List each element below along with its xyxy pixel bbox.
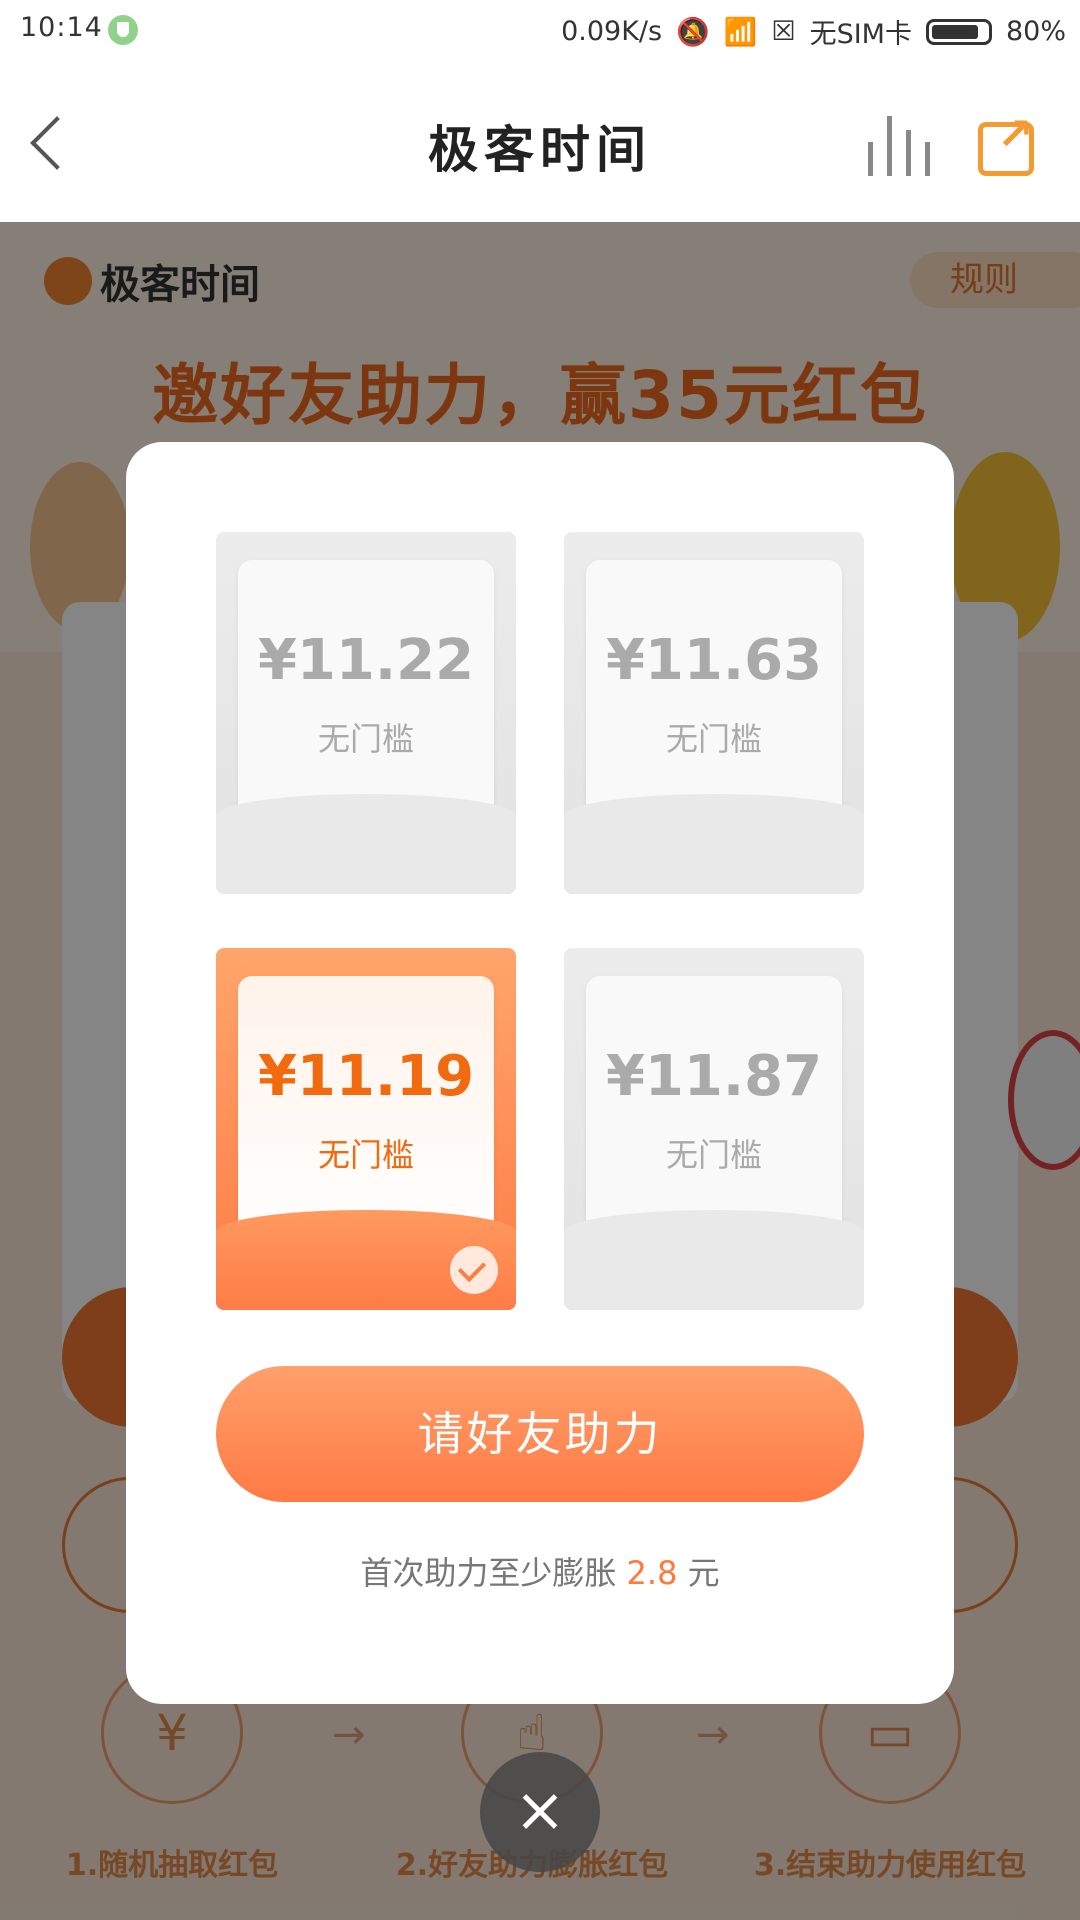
coupon-condition: 无门槛 xyxy=(317,720,414,758)
coupon-amount: ¥11.19 xyxy=(257,1044,475,1109)
stats-icon[interactable] xyxy=(868,116,938,176)
coupon-condition: 无门槛 xyxy=(665,720,762,758)
close-icon[interactable] xyxy=(480,1752,600,1872)
note-suffix: 元 xyxy=(687,1554,720,1592)
coupon-paper xyxy=(238,976,494,1246)
coupon-amount: ¥11.22 xyxy=(257,628,475,693)
coupon-condition: 无门槛 xyxy=(665,1136,762,1174)
share-icon[interactable] xyxy=(978,109,1034,176)
coupon-card-selected[interactable]: ¥11.19 无门槛 xyxy=(216,948,516,1310)
coupon-envelope xyxy=(564,794,864,894)
coupon-envelope xyxy=(564,1210,864,1310)
coupon-condition: 无门槛 xyxy=(317,1136,414,1174)
battery-level: 80% xyxy=(1005,16,1066,47)
no-sim-icon: ☒ xyxy=(771,16,796,47)
coupon-paper xyxy=(586,560,842,830)
mute-icon: 🔕 xyxy=(676,16,710,48)
status-bar: 10:14 0.09K/s 🔕 📶 ☒ 无SIM卡 80% xyxy=(0,0,1080,60)
coupon-card[interactable]: ¥11.63 无门槛 xyxy=(564,532,864,894)
check-icon xyxy=(450,1246,498,1294)
coupon-paper xyxy=(238,560,494,830)
coupon-amount: ¥11.87 xyxy=(605,1044,823,1109)
note-prefix: 首次助力至少膨胀 xyxy=(360,1554,617,1592)
coupon-card[interactable]: ¥11.22 无门槛 xyxy=(216,532,516,894)
sim-status: 无SIM卡 xyxy=(809,19,912,50)
coupon-paper xyxy=(586,976,842,1246)
security-shield-icon xyxy=(108,15,138,45)
status-right-group: 0.09K/s 🔕 📶 ☒ 无SIM卡 80% xyxy=(561,12,1066,51)
wifi-icon: 📶 xyxy=(723,16,758,48)
battery-icon xyxy=(925,18,992,45)
coupon-card[interactable]: ¥11.87 无门槛 xyxy=(564,948,864,1310)
coupon-select-modal: ¥11.22 无门槛 ¥11.63 无门槛 ¥11.19 无门槛 ¥11.87 … xyxy=(126,442,954,1704)
note-value: 2.8 xyxy=(626,1554,678,1592)
app-bar: 极客时间 xyxy=(0,60,1080,222)
boost-note: 首次助力至少膨胀 2.8 元 xyxy=(126,1548,954,1594)
coupon-envelope xyxy=(216,794,516,894)
invite-friends-button[interactable]: 请好友助力 xyxy=(216,1366,864,1502)
coupon-amount: ¥11.63 xyxy=(605,628,823,693)
status-time: 10:14 xyxy=(20,12,103,43)
network-speed: 0.09K/s xyxy=(561,16,663,47)
